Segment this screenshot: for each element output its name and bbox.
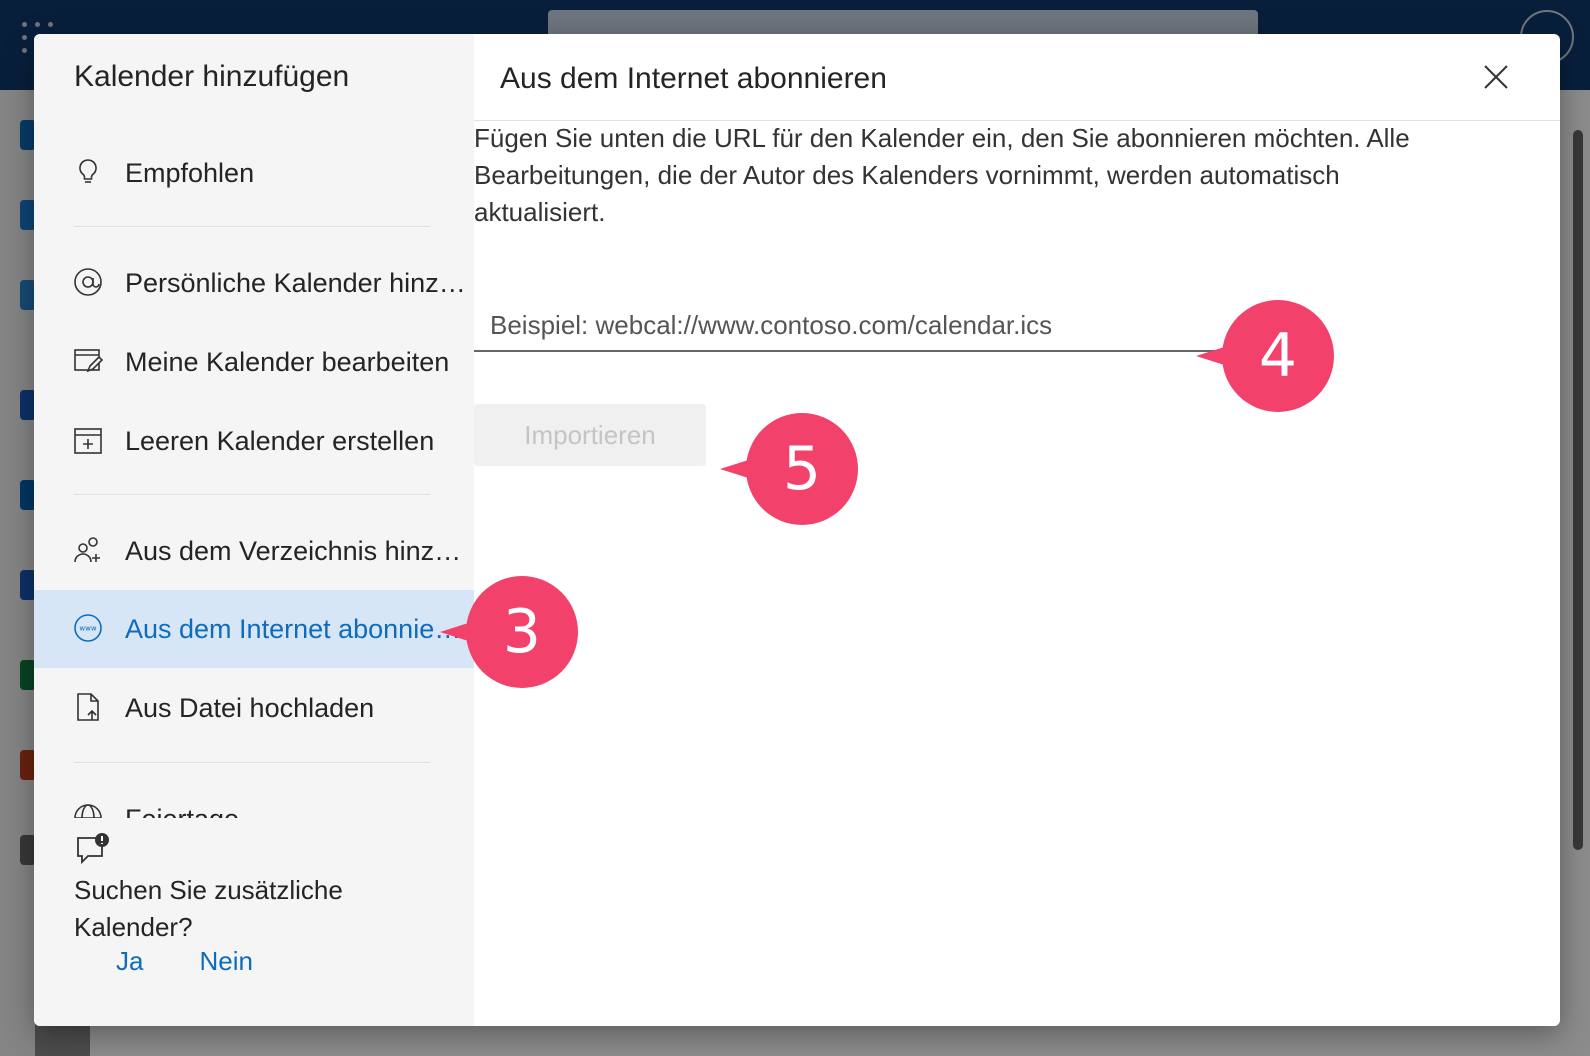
at-icon: [74, 268, 102, 296]
globe-www-icon: www: [74, 614, 102, 642]
svg-text:www: www: [79, 625, 96, 633]
nav-label: Aus Datei hochladen: [125, 692, 375, 723]
divider: [74, 762, 430, 763]
nav-item-personal-calendars[interactable]: Persönliche Kalender hinzufügen: [34, 244, 474, 322]
nav-label: Leeren Kalender erstellen: [125, 425, 435, 456]
sidebar-title: Kalender hinzufügen: [74, 60, 350, 93]
nav-item-holidays[interactable]: Feiertage: [34, 780, 474, 818]
nav-item-edit-calendars[interactable]: Meine Kalender bearbeiten: [34, 323, 474, 401]
edit-calendar-icon: [74, 349, 104, 373]
callout-3-label: 3: [502, 597, 542, 667]
nav-item-recommended[interactable]: Empfohlen: [34, 134, 474, 212]
close-icon[interactable]: [1479, 60, 1513, 94]
callout-4: 4: [1196, 300, 1334, 412]
divider: [74, 226, 430, 227]
dialog-header: Aus dem Internet abonnieren: [474, 34, 1560, 121]
callout-5-label: 5: [782, 434, 822, 504]
page-title: Aus dem Internet abonnieren: [500, 62, 887, 95]
nav-item-create-blank[interactable]: Leeren Kalender erstellen: [34, 402, 474, 480]
nav-label: Feiertage: [125, 804, 470, 819]
add-calendar-icon: [74, 428, 102, 454]
nav-item-from-directory[interactable]: Aus dem Verzeichnis hinzufügen: [34, 512, 474, 590]
nav-clip: Feiertage: [34, 780, 474, 818]
callout-4-label: 4: [1258, 321, 1298, 391]
nav-label: Aus dem Verzeichnis hinzufügen: [125, 535, 470, 566]
nav-label: Persönliche Kalender hinzufügen: [125, 267, 470, 298]
import-button[interactable]: Importieren: [474, 404, 706, 466]
subscribe-description: Fügen Sie unten die URL für den Kalender…: [474, 123, 1410, 227]
callout-5: 5: [720, 413, 858, 525]
feedback-no-link[interactable]: Nein: [199, 946, 252, 976]
feedback-yes-link[interactable]: Ja: [116, 946, 143, 976]
globe-icon: [74, 804, 102, 818]
people-add-icon: [74, 537, 100, 563]
feedback-links: Ja Nein: [116, 946, 309, 977]
nav-label: Empfohlen: [125, 157, 255, 188]
nav-label: Meine Kalender bearbeiten: [125, 346, 450, 377]
nav-item-upload-file[interactable]: Aus Datei hochladen: [34, 669, 474, 747]
nav-label: Aus dem Internet abonnieren: [125, 613, 470, 644]
nav-item-subscribe-internet[interactable]: www Aus dem Internet abonnieren: [34, 590, 474, 668]
divider: [74, 494, 430, 495]
callout-3: 3: [440, 576, 578, 688]
feedback-question: Suchen Sie zusätzliche Kalender?: [74, 875, 343, 942]
dialog-sidebar: Kalender hinzufügen Empfohlen Persönlich…: [34, 34, 474, 1026]
feedback-icon: [77, 833, 109, 865]
lightbulb-icon: [79, 159, 97, 183]
calendar-url-input[interactable]: [474, 300, 1214, 352]
file-upload-icon: [77, 693, 99, 721]
